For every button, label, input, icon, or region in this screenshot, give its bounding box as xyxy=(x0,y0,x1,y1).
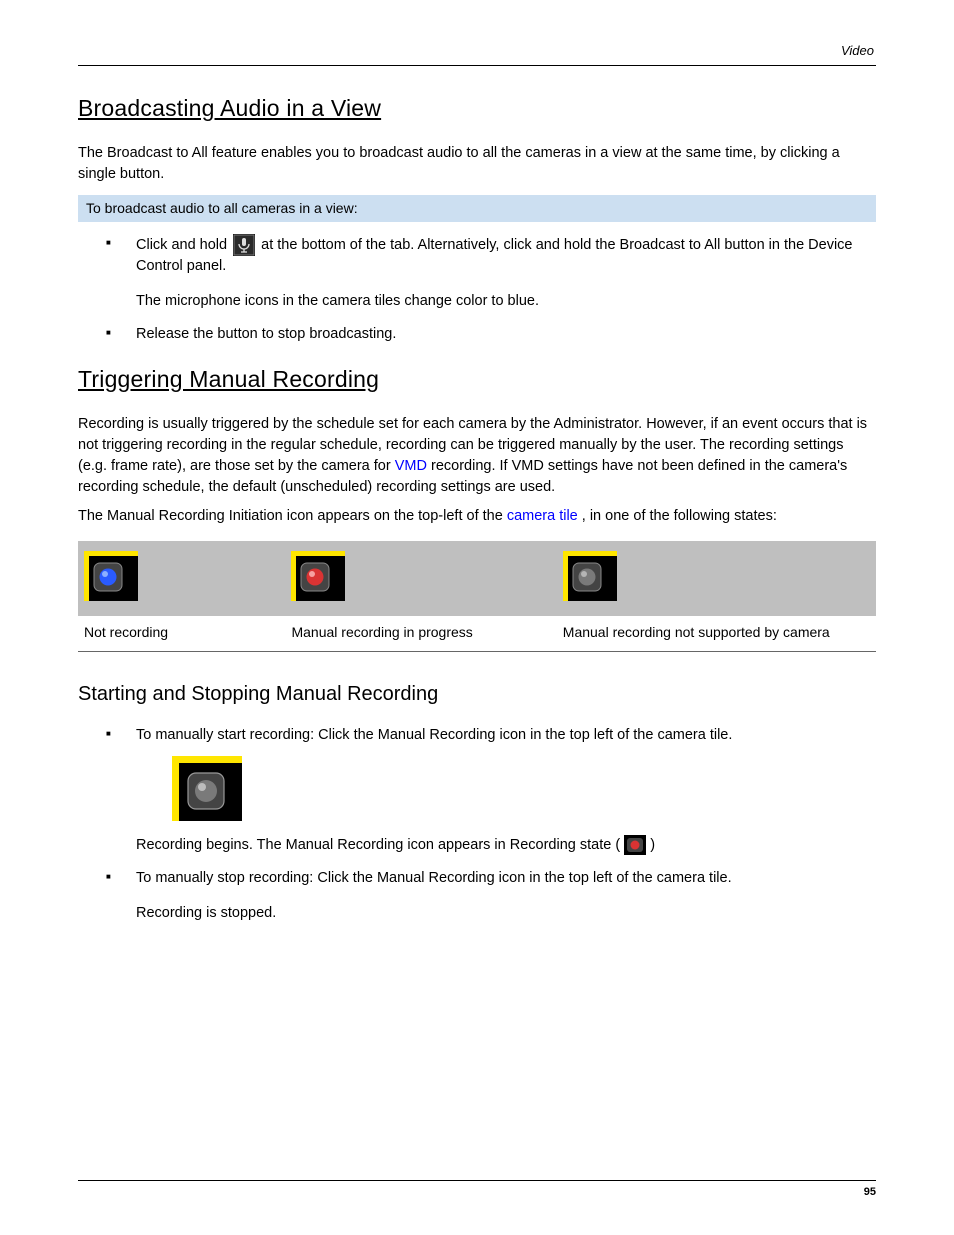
text: To manually start recording: Click the M… xyxy=(136,727,732,743)
record-icon-large xyxy=(172,756,876,821)
list-item: Click and hold at the bottom of the tab.… xyxy=(78,234,876,312)
text: The microphone icons in the camera tiles… xyxy=(136,291,876,312)
heading-broadcasting-audio: Broadcasting Audio in a View xyxy=(78,92,876,125)
paragraph: Recording is usually triggered by the sc… xyxy=(78,414,876,498)
table-cell-label: Manual recording in progress xyxy=(285,616,556,651)
table-cell xyxy=(557,541,876,616)
paragraph: The Broadcast to All feature enables you… xyxy=(78,143,876,185)
table-cell-label: Not recording xyxy=(78,616,285,651)
table-cell xyxy=(285,541,556,616)
table-cell-label: Manual recording not supported by camera xyxy=(557,616,876,651)
record-icon-recording xyxy=(291,551,345,601)
link-vmd[interactable]: VMD xyxy=(395,458,427,474)
list-item: To manually stop recording: Click the Ma… xyxy=(78,868,876,924)
paragraph: The Manual Recording Initiation icon app… xyxy=(78,506,876,527)
list-item: Release the button to stop broadcasting. xyxy=(78,324,876,345)
heading-start-stop-recording: Starting and Stopping Manual Recording xyxy=(78,680,876,709)
microphone-icon xyxy=(233,234,255,256)
page-footer: 95 xyxy=(78,1180,876,1201)
text: , in one of the following states: xyxy=(582,508,777,524)
text: Recording begins. The Manual Recording i… xyxy=(136,835,876,856)
text: Recording begins. The Manual Recording i… xyxy=(136,837,620,853)
table-cell xyxy=(78,541,285,616)
text: Click and hold xyxy=(136,236,231,252)
text: ) xyxy=(650,837,655,853)
running-header: Video xyxy=(78,42,876,66)
page-number: 95 xyxy=(864,1186,876,1198)
note-band: To broadcast audio to all cameras in a v… xyxy=(78,195,876,221)
heading-triggering-manual-recording: Triggering Manual Recording xyxy=(78,363,876,396)
text: To manually stop recording: Click the Ma… xyxy=(136,870,732,886)
list-item: To manually start recording: Click the M… xyxy=(78,725,876,856)
record-icon-recording-inline xyxy=(624,835,646,855)
link-camera-tile[interactable]: camera tile xyxy=(507,508,578,524)
text: Recording is stopped. xyxy=(136,903,876,924)
text: The Manual Recording Initiation icon app… xyxy=(78,508,507,524)
record-icon-unsupported xyxy=(563,551,617,601)
record-icon-idle xyxy=(84,551,138,601)
recording-states-table: Not recording Manual recording in progre… xyxy=(78,541,876,652)
